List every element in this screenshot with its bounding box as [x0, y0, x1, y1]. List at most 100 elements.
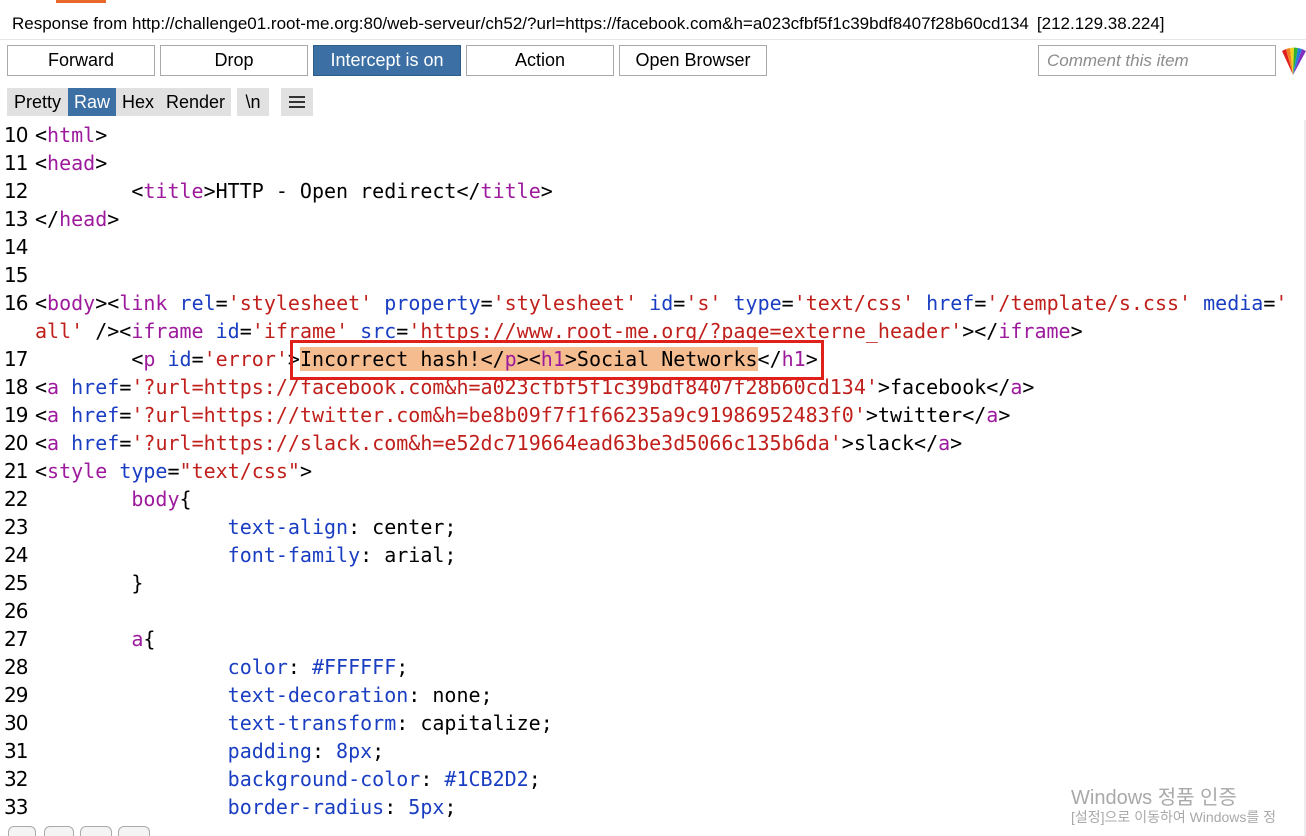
code-token: a: [47, 375, 60, 399]
code-token: <: [35, 347, 144, 371]
code-text: <head>: [35, 149, 107, 177]
code-line: 29 text-decoration: none;: [0, 681, 1306, 709]
code-token: </: [35, 207, 60, 231]
code-token: href: [71, 403, 120, 427]
line-number: 15: [4, 263, 28, 287]
raw-response-editor[interactable]: 10 <html> 11 <head> 12 <title>HTTP - Open re…: [0, 120, 1306, 836]
highlight-color-picker-icon[interactable]: [1281, 47, 1306, 77]
action-button[interactable]: Action: [466, 45, 614, 76]
code-line: 25 }: [0, 569, 1306, 597]
intercept-toolbar: Forward Drop Intercept is on Action Open…: [0, 44, 1306, 78]
code-token: : arial;: [360, 543, 457, 567]
newline-toggle-button[interactable]: \n: [237, 88, 269, 116]
line-number: 32: [4, 767, 28, 791]
code-text: <html>: [35, 121, 107, 149]
forward-button[interactable]: Forward: [7, 45, 155, 76]
code-text: <a href='?url=https://slack.com&h=e52dc7…: [35, 429, 962, 457]
drop-button[interactable]: Drop: [160, 45, 308, 76]
annotation-red-box: [290, 340, 824, 380]
settings-icon[interactable]: [44, 826, 74, 836]
code-line: 15: [0, 261, 1306, 289]
code-text: color: #FFFFFF;: [35, 653, 409, 681]
code-token: =: [480, 291, 493, 315]
code-token: 'error': [203, 347, 288, 371]
code-token: >facebook</: [877, 375, 1011, 399]
line-number: 31: [4, 739, 28, 763]
code-token: =: [781, 291, 794, 315]
code-token: =: [119, 375, 132, 399]
code-token: {: [143, 627, 156, 651]
line-number: 23: [4, 515, 28, 539]
intercept-toggle-button[interactable]: Intercept is on: [313, 45, 461, 76]
view-tab-group: Pretty Raw Hex Render: [7, 88, 231, 116]
code-token: font-family: [227, 543, 361, 567]
code-token: >: [998, 403, 1011, 427]
title-accent-line: [56, 0, 106, 3]
back-icon[interactable]: [80, 826, 112, 836]
code-token: color: [227, 655, 288, 679]
response-url: Response from http://challenge01.root-me…: [12, 14, 1029, 33]
code-token: property: [384, 291, 481, 315]
code-line: 14: [0, 233, 1306, 261]
code-token: rel: [179, 291, 216, 315]
code-token: <: [35, 179, 144, 203]
code-token: a: [47, 431, 60, 455]
code-token: head: [47, 151, 96, 175]
code-token: body: [131, 487, 180, 511]
code-token: >: [299, 459, 312, 483]
bottom-controls: [0, 826, 1306, 836]
forward-icon[interactable]: [118, 826, 150, 836]
code-token: 'text/css': [793, 291, 915, 315]
line-number: 25: [4, 571, 28, 595]
code-token: : capitalize;: [396, 711, 553, 735]
code-token: =: [191, 347, 204, 371]
code-line: 11 <head>: [0, 149, 1306, 177]
line-number: 33: [4, 795, 28, 819]
code-token: id: [167, 347, 192, 371]
line-number: 14: [4, 235, 28, 259]
code-token: 'stylesheet': [227, 291, 373, 315]
code-token: <: [35, 403, 48, 427]
code-text: font-family: arial;: [35, 541, 457, 569]
code-token: border-radius: [227, 795, 385, 819]
line-number: 24: [4, 543, 28, 567]
menu-button[interactable]: [281, 88, 313, 116]
code-text: text-align: center;: [35, 513, 457, 541]
code-text: }: [35, 569, 143, 597]
tab-render[interactable]: Render: [160, 88, 231, 116]
code-token: <: [35, 375, 48, 399]
help-icon[interactable]: [8, 826, 36, 836]
comment-input[interactable]: [1038, 45, 1276, 76]
code-token: >: [950, 431, 963, 455]
code-token: body: [47, 291, 96, 315]
code-token: href: [926, 291, 975, 315]
code-token: a: [938, 431, 951, 455]
tab-pretty[interactable]: Pretty: [7, 88, 68, 116]
code-token: a: [1010, 375, 1023, 399]
code-token: >HTTP - Open redirect</: [203, 179, 481, 203]
open-browser-button[interactable]: Open Browser: [619, 45, 767, 76]
code-token: ;: [444, 795, 457, 819]
code-token: head: [59, 207, 108, 231]
code-token: >: [95, 151, 108, 175]
line-number: 17: [4, 347, 28, 371]
line-number: 27: [4, 627, 28, 651]
code-token: /><: [83, 319, 132, 343]
tab-hex[interactable]: Hex: [116, 88, 160, 116]
tab-raw[interactable]: Raw: [68, 88, 116, 116]
code-token: ></: [962, 319, 999, 343]
line-number: 29: [4, 683, 28, 707]
code-token: :: [384, 795, 409, 819]
code-token: 'stylesheet': [492, 291, 638, 315]
code-line: 24 font-family: arial;: [0, 541, 1306, 569]
code-line: 13 </head>: [0, 205, 1306, 233]
code-text: <title>HTTP - Open redirect</title>: [35, 177, 552, 205]
